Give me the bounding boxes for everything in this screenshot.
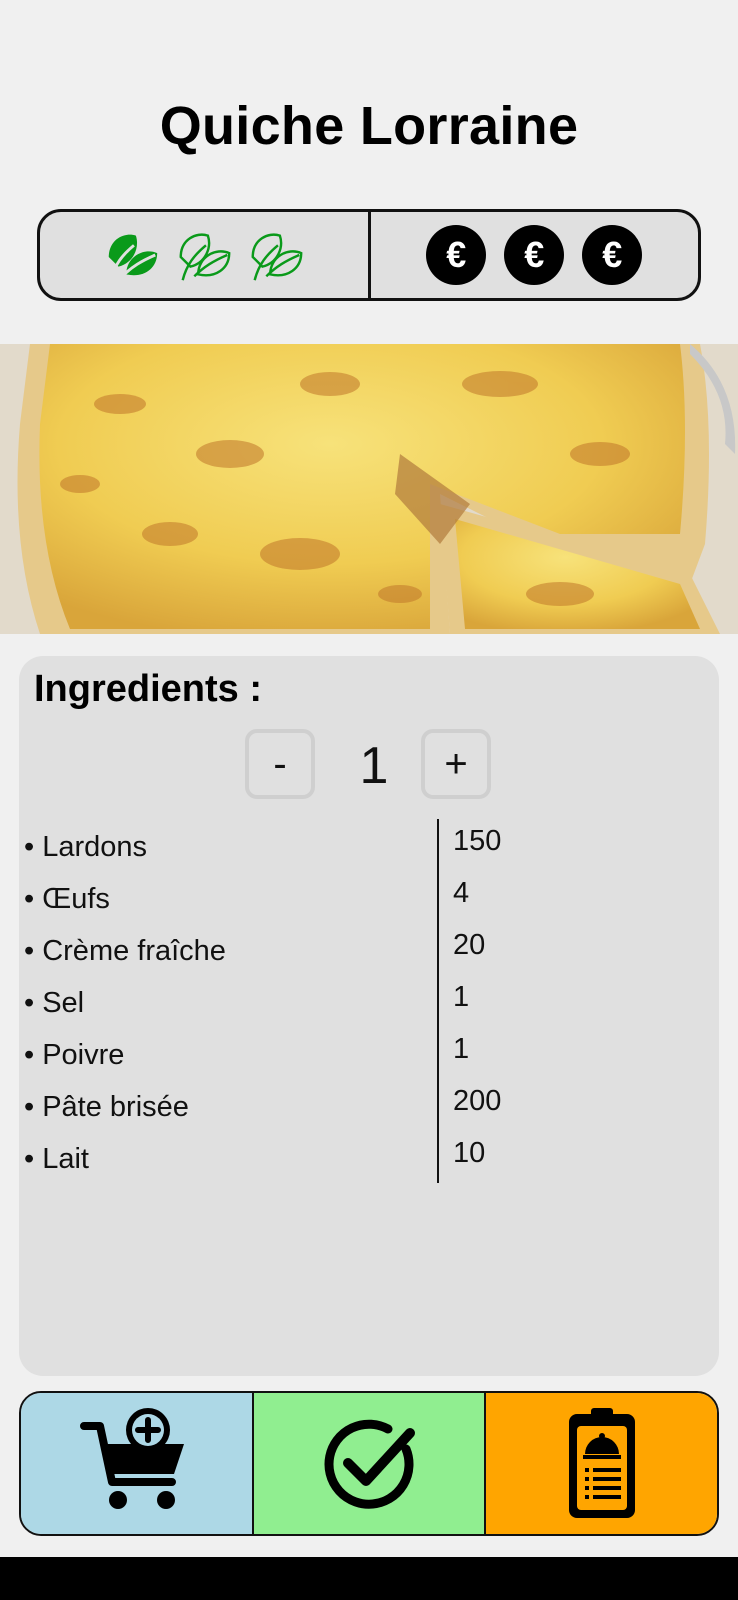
column-divider [437,923,439,975]
decrease-servings-button[interactable]: - [245,729,315,799]
status-bar [0,0,738,70]
column-divider [437,1079,439,1131]
list-item: • Pâte brisée 200 [19,1079,719,1131]
ingredient-quantity: 1 [453,981,470,1013]
column-divider [437,975,439,1027]
recipe-photo [0,344,738,634]
euro-icon: € [504,225,565,285]
ingredient-quantity: 1 [453,1033,470,1065]
recipe-title: Quiche Lorraine [159,96,579,156]
euro-icon: € [582,225,643,285]
servings-value: 1 [359,737,389,795]
ingredients-heading: Ingredients : [34,668,263,710]
list-item: • Œufs 4 [19,871,719,923]
ingredient-quantity: 150 [453,825,502,857]
rating-panel: € € € [37,209,701,301]
list-item: • Crème fraîche 20 [19,923,719,975]
column-divider [437,1131,439,1183]
leaf-icon [108,234,157,281]
list-item: • Sel 1 [19,975,719,1027]
list-item: • Lardons 150 [19,819,719,871]
ingredient-name: • Lardons [24,831,148,863]
ingredient-name: • Crème fraîche [24,935,226,967]
mark-done-button[interactable] [251,1393,485,1534]
ingredient-name: • Lait [24,1143,89,1175]
ingredients-card: Ingredients : - 1 + • Lardons 150 • Œufs… [19,656,719,1376]
leaf-icon [179,233,231,281]
add-to-cart-icon [80,1407,185,1509]
list-item: • Poivre 1 [19,1027,719,1079]
ingredient-name: • Œufs [24,883,110,915]
menu-plan-button[interactable] [484,1393,717,1534]
ingredient-quantity: 20 [453,929,486,961]
action-bar [19,1391,719,1536]
ingredient-name: • Pâte brisée [24,1091,189,1123]
column-divider [437,819,439,871]
system-nav-bar [0,1557,738,1600]
add-to-cart-button[interactable] [21,1393,252,1534]
check-circle-icon [324,1419,415,1509]
ingredient-name: • Poivre [24,1039,125,1071]
increase-servings-button[interactable]: + [421,729,491,799]
column-divider [437,871,439,923]
list-item: • Lait 10 [19,1131,719,1183]
ingredient-quantity: 10 [453,1137,486,1169]
ingredient-quantity: 4 [453,877,470,909]
ingredients-list: • Lardons 150 • Œufs 4 • Crème fraîche 2… [19,819,719,1183]
price-rating: € € € [371,212,699,298]
ingredient-quantity: 200 [453,1085,502,1117]
menu-clipboard-icon [568,1407,635,1518]
ingredient-name: • Sel [24,987,85,1019]
eco-rating [40,212,368,298]
euro-icon: € [426,225,487,285]
column-divider [437,1027,439,1079]
leaf-icon [251,233,303,281]
quiche-image [0,344,738,634]
